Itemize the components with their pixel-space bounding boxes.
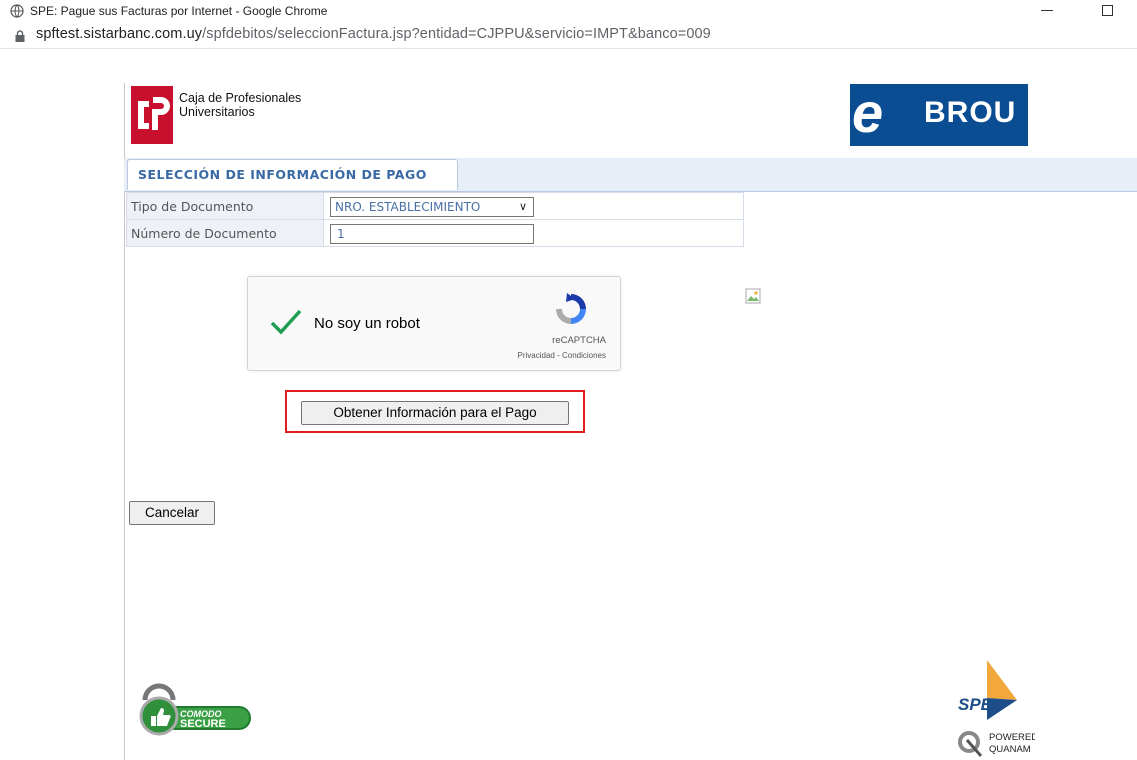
- globe-icon: [10, 4, 24, 18]
- org-line2: Universitarios: [179, 105, 255, 119]
- doc-type-value: NRO. ESTABLECIMIENTO: [335, 199, 481, 214]
- payment-form: Tipo de Documento NRO. ESTABLECIMIENTO ∨ …: [126, 192, 744, 247]
- lock-icon: [15, 30, 25, 42]
- url-text[interactable]: spftest.sistarbanc.com.uy/spfdebitos/sel…: [36, 26, 711, 42]
- ebrou-e-letter: e: [852, 81, 884, 144]
- minimize-icon[interactable]: [1041, 10, 1053, 11]
- browser-titlebar: SPE: Pague sus Facturas por Internet - G…: [0, 0, 1137, 49]
- quanam-text: QUANAM: [989, 744, 1031, 755]
- recaptcha-label: No soy un robot: [314, 315, 420, 332]
- url-path: /spfdebitos/seleccionFactura.jsp?entidad…: [202, 26, 711, 42]
- url-host: spftest.sistarbanc.com.uy: [36, 26, 203, 42]
- window-title-row: SPE: Pague sus Facturas por Internet - G…: [0, 0, 1137, 22]
- bank-name: BROU: [924, 96, 1017, 129]
- address-bar[interactable]: spftest.sistarbanc.com.uy/spfdebitos/sel…: [0, 22, 1137, 48]
- chevron-down-icon: ∨: [518, 199, 527, 213]
- doc-type-cell: NRO. ESTABLECIMIENTO ∨: [323, 192, 744, 220]
- spe-text: SPE: [958, 695, 993, 714]
- form-row-doc-number: Número de Documento 1: [126, 219, 744, 247]
- tab-label: SELECCIÓN DE INFORMACIÓN DE PAGO: [138, 167, 427, 182]
- doc-type-select[interactable]: NRO. ESTABLECIMIENTO ∨: [330, 196, 534, 217]
- cjp-logo: [131, 86, 173, 144]
- doc-number-cell: 1: [323, 219, 744, 247]
- recaptcha-brand: reCAPTCHA: [552, 335, 606, 346]
- org-name: Caja de Profesionales Universitarios: [179, 91, 301, 119]
- recaptcha-widget: No soy un robot reCAPTCHA Privacidad - C…: [247, 276, 621, 371]
- doc-number-input[interactable]: 1: [330, 223, 534, 244]
- spe-quanam-logo: SPE POWERED BY QUANAM: [958, 660, 1035, 757]
- obtener-informacion-button[interactable]: Obtener Información para el Pago: [301, 401, 569, 425]
- recaptcha-logo-icon: [556, 293, 586, 324]
- comodo-bottom-text: SECURE: [180, 718, 226, 730]
- recaptcha-links[interactable]: Privacidad - Condiciones: [518, 351, 607, 360]
- comodo-secure-logo: COMODO SECURE: [139, 683, 251, 736]
- form-row-doc-type: Tipo de Documento NRO. ESTABLECIMIENTO ∨: [126, 192, 744, 220]
- cancelar-button[interactable]: Cancelar: [129, 501, 215, 525]
- powered-by-text: POWERED BY: [989, 732, 1035, 743]
- checkmark-icon[interactable]: [269, 305, 303, 339]
- maximize-icon[interactable]: [1102, 5, 1113, 16]
- window-title: SPE: Pague sus Facturas por Internet - G…: [30, 4, 328, 18]
- org-line1: Caja de Profesionales: [179, 91, 302, 105]
- doc-number-label: Número de Documento: [126, 219, 324, 247]
- doc-type-label: Tipo de Documento: [126, 192, 324, 220]
- broken-image-icon: [745, 288, 761, 304]
- tab-seleccion[interactable]: SELECCIÓN DE INFORMACIÓN DE PAGO: [127, 159, 458, 190]
